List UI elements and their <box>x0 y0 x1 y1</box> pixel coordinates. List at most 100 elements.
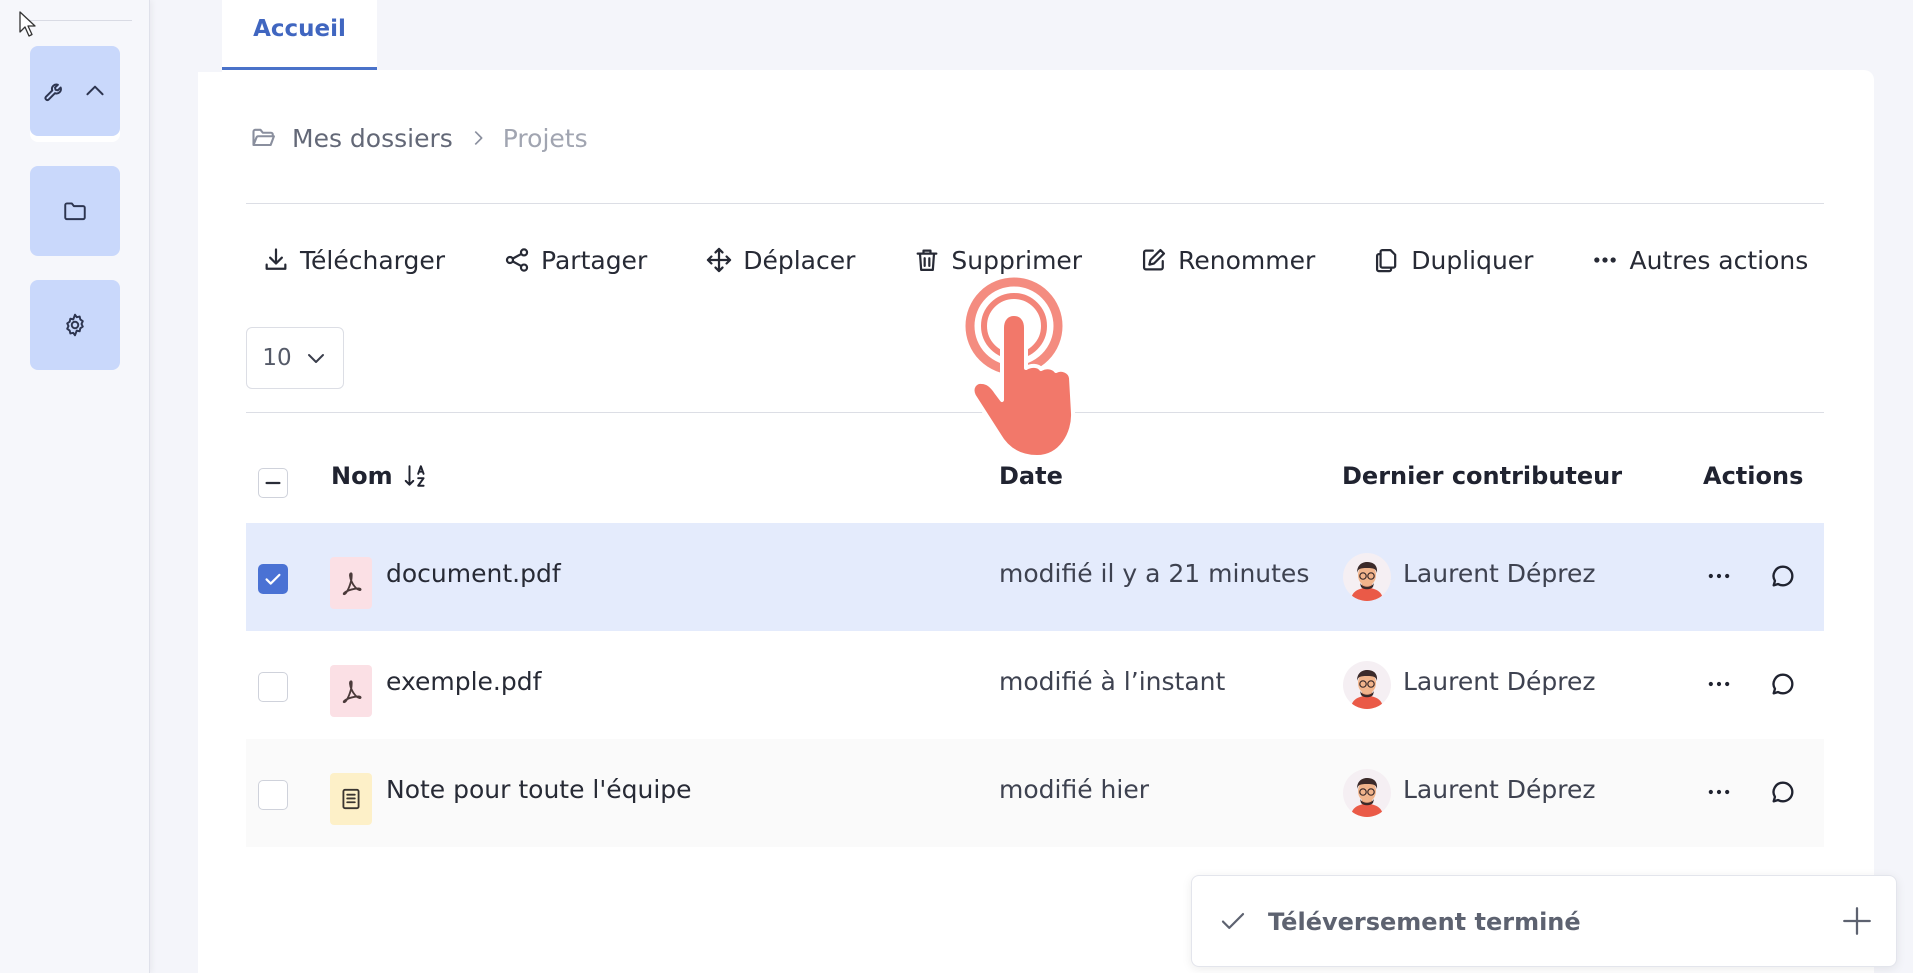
sidebar-item-files[interactable] <box>30 166 120 256</box>
select-all-checkbox[interactable] <box>258 468 288 498</box>
mouse-cursor-icon <box>19 11 36 37</box>
breadcrumb: Mes dossiers Projets <box>250 118 588 158</box>
row-comment-button[interactable] <box>1767 777 1799 807</box>
edit-icon <box>1143 248 1166 271</box>
tab-label: Accueil <box>253 15 346 42</box>
avatar <box>1343 661 1391 709</box>
move-icon <box>707 247 732 273</box>
comment-icon <box>1772 781 1794 803</box>
avatar <box>1343 769 1391 817</box>
page-size-value: 10 <box>262 345 292 371</box>
chevron-down-icon <box>307 354 324 363</box>
file-name[interactable]: Note pour toute l'équipe <box>386 775 692 804</box>
delete-button[interactable]: Supprimer <box>913 246 1082 275</box>
sidebar-item-settings[interactable] <box>30 280 120 370</box>
column-header-actions: Actions <box>1703 462 1803 490</box>
column-header-date-label: Date <box>999 462 1063 490</box>
more-actions-button[interactable]: Autres actions <box>1591 246 1808 275</box>
document-icon <box>342 788 360 810</box>
sidebar-item-tools[interactable] <box>30 46 120 136</box>
file-date: modifié il y a 21 minutes <box>999 559 1310 588</box>
more-horizontal-icon <box>1708 789 1730 795</box>
avatar-illustration <box>1351 778 1383 817</box>
column-header-actions-label: Actions <box>1703 462 1804 490</box>
note-file-icon <box>330 773 372 825</box>
divider <box>246 203 1824 204</box>
share-icon <box>505 248 529 272</box>
column-header-contributor: Dernier contributeur <box>1342 462 1622 490</box>
sort-alpha-icon[interactable] <box>403 463 429 489</box>
page-size-select[interactable]: 10 <box>246 327 344 389</box>
action-toolbar: Télécharger Partager Déplacer Supprimer … <box>262 240 1808 280</box>
download-label: Télécharger <box>300 245 446 275</box>
row-checkbox[interactable] <box>258 780 288 810</box>
row-more-button[interactable] <box>1701 669 1737 699</box>
share-label: Partager <box>541 245 648 275</box>
minus-icon <box>265 481 281 485</box>
file-name[interactable]: document.pdf <box>386 559 561 588</box>
column-header-name[interactable]: Nom <box>331 462 429 490</box>
more-horizontal-icon <box>1594 257 1617 263</box>
chevron-up-icon <box>86 85 104 96</box>
panel-gap <box>198 0 222 72</box>
table-row[interactable]: document.pdf modifié il y a 21 minutes L… <box>246 523 1824 631</box>
move-label: Déplacer <box>743 245 856 275</box>
download-icon <box>265 248 287 270</box>
toast-message: Téléversement terminé <box>1268 908 1581 936</box>
share-button[interactable]: Partager <box>503 246 647 275</box>
sidebar <box>0 0 150 973</box>
more-actions-label: Autres actions <box>1629 245 1809 275</box>
rename-label: Renommer <box>1178 245 1316 275</box>
contributor-name: Laurent Déprez <box>1403 775 1596 804</box>
chevron-right-icon <box>474 130 483 146</box>
more-horizontal-icon <box>1708 573 1730 579</box>
avatar-illustration <box>1351 562 1383 601</box>
duplicate-button[interactable]: Dupliquer <box>1373 246 1533 275</box>
row-comment-button[interactable] <box>1767 561 1799 591</box>
check-icon <box>265 573 281 585</box>
file-date: modifié à l’instant <box>999 667 1226 696</box>
download-button[interactable]: Télécharger <box>262 246 445 275</box>
row-checkbox[interactable] <box>258 672 288 702</box>
breadcrumb-root[interactable]: Mes dossiers <box>292 124 453 153</box>
avatar <box>1343 553 1391 601</box>
row-more-button[interactable] <box>1701 561 1737 591</box>
folder-open-icon <box>252 128 275 147</box>
rename-button[interactable]: Renommer <box>1140 246 1315 275</box>
divider <box>246 412 1824 413</box>
row-checkbox[interactable] <box>258 564 288 594</box>
column-header-name-label: Nom <box>331 462 393 490</box>
breadcrumb-current: Projets <box>502 123 588 153</box>
pdf-file-icon <box>330 665 372 717</box>
table-row[interactable]: Note pour toute l'équipe modifié hier La… <box>246 739 1824 847</box>
wrench-icon <box>44 83 62 101</box>
tab-accueil[interactable]: Accueil <box>222 0 377 70</box>
duplicate-icon <box>1376 248 1397 273</box>
row-comment-button[interactable] <box>1767 669 1799 699</box>
move-button[interactable]: Déplacer <box>705 246 855 275</box>
file-name[interactable]: exemple.pdf <box>386 667 541 696</box>
more-horizontal-icon <box>1708 681 1730 687</box>
column-header-date[interactable]: Date <box>999 462 1063 490</box>
acrobat-icon <box>342 680 362 704</box>
file-date: modifié hier <box>999 775 1149 804</box>
avatar-illustration <box>1351 670 1383 709</box>
pdf-file-icon <box>330 557 372 609</box>
trash-icon <box>916 249 938 272</box>
delete-label: Supprimer <box>951 245 1083 275</box>
check-icon <box>1221 913 1245 929</box>
duplicate-label: Dupliquer <box>1411 245 1534 275</box>
row-more-button[interactable] <box>1701 777 1737 807</box>
table-row[interactable]: exemple.pdf modifié à l’instant Laurent … <box>246 631 1824 739</box>
folder-icon <box>64 202 86 221</box>
comment-icon <box>1772 673 1794 695</box>
plus-icon[interactable] <box>1840 904 1874 938</box>
contributor-name: Laurent Déprez <box>1403 667 1596 696</box>
comment-icon <box>1772 565 1794 587</box>
sidebar-divider <box>30 20 132 21</box>
upload-toast: Téléversement terminé <box>1191 875 1897 967</box>
acrobat-icon <box>342 572 362 596</box>
column-header-contributor-label: Dernier contributeur <box>1342 462 1623 490</box>
contributor-name: Laurent Déprez <box>1403 559 1596 588</box>
gear-icon <box>66 313 84 337</box>
